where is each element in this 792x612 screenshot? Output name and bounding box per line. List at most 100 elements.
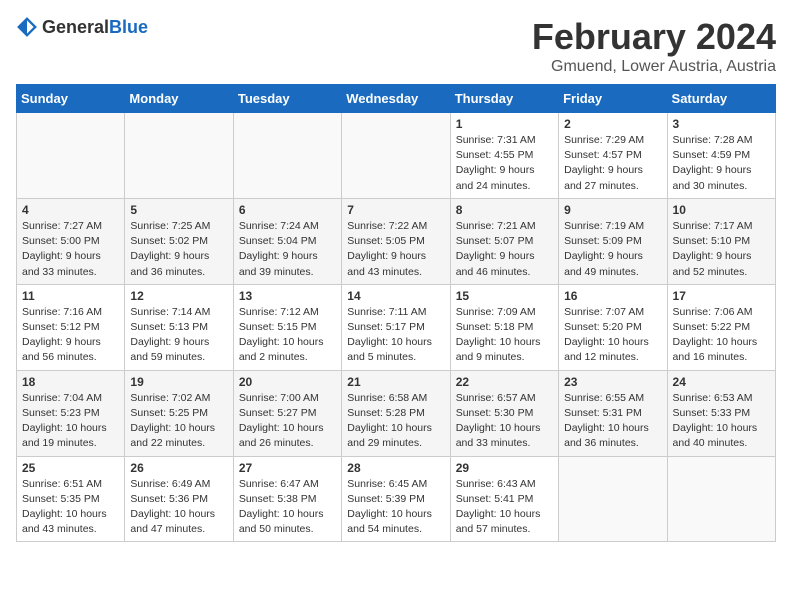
calendar-cell: 11Sunrise: 7:16 AMSunset: 5:12 PMDayligh…	[17, 284, 125, 370]
day-info: Sunrise: 6:57 AMSunset: 5:30 PMDaylight:…	[456, 391, 553, 452]
day-info: Sunrise: 7:07 AMSunset: 5:20 PMDaylight:…	[564, 305, 661, 366]
calendar-cell	[667, 456, 775, 542]
day-info: Sunrise: 6:49 AMSunset: 5:36 PMDaylight:…	[130, 477, 227, 538]
logo-general-text: General	[42, 17, 109, 37]
day-number: 29	[456, 461, 553, 475]
calendar-cell: 14 Sunrise: 7:11 AMSunset: 5:17 PMDayligh…	[342, 284, 450, 370]
day-info: Sunrise: 7:29 AMSunset: 4:57 PMDaylight:…	[564, 133, 661, 194]
calendar-cell	[233, 113, 341, 199]
calendar-cell: 20 Sunrise: 7:00 AMSunset: 5:27 PMDayligh…	[233, 370, 341, 456]
day-number: 3	[673, 117, 770, 131]
day-info: Sunrise: 6:58 AMSunset: 5:28 PMDaylight:…	[347, 391, 444, 452]
day-number: 26	[130, 461, 227, 475]
page-subtitle: Gmuend, Lower Austria, Austria	[532, 58, 776, 76]
day-number: 8	[456, 203, 553, 217]
day-number: 17	[673, 289, 770, 303]
calendar-cell: 25 Sunrise: 6:51 AMSunset: 5:35 PMDayligh…	[17, 456, 125, 542]
calendar-cell: 8 Sunrise: 7:21 AMSunset: 5:07 PMDaylight…	[450, 198, 558, 284]
calendar-cell: 29 Sunrise: 6:43 AMSunset: 5:41 PMDayligh…	[450, 456, 558, 542]
calendar-cell	[342, 113, 450, 199]
week-row-2: 11Sunrise: 7:16 AMSunset: 5:12 PMDayligh…	[17, 284, 776, 370]
calendar-cell	[17, 113, 125, 199]
calendar-cell: 28 Sunrise: 6:45 AMSunset: 5:39 PMDayligh…	[342, 456, 450, 542]
day-info: Sunrise: 6:53 AMSunset: 5:33 PMDaylight:…	[673, 391, 770, 452]
calendar-cell: 17 Sunrise: 7:06 AMSunset: 5:22 PMDayligh…	[667, 284, 775, 370]
calendar-cell	[125, 113, 233, 199]
day-number: 21	[347, 375, 444, 389]
day-number: 6	[239, 203, 336, 217]
day-info: Sunrise: 7:11 AMSunset: 5:17 PMDaylight:…	[347, 305, 444, 366]
logo-blue-text: Blue	[109, 17, 148, 37]
day-number: 25	[22, 461, 119, 475]
day-info: Sunrise: 7:12 AMSunset: 5:15 PMDaylight:…	[239, 305, 336, 366]
day-number: 14	[347, 289, 444, 303]
day-info: Sunrise: 6:55 AMSunset: 5:31 PMDaylight:…	[564, 391, 661, 452]
header-day-saturday: Saturday	[667, 85, 775, 113]
week-row-4: 25 Sunrise: 6:51 AMSunset: 5:35 PMDayligh…	[17, 456, 776, 542]
week-row-0: 1 Sunrise: 7:31 AMSunset: 4:55 PMDaylight…	[17, 113, 776, 199]
day-number: 10	[673, 203, 770, 217]
day-number: 19	[130, 375, 227, 389]
calendar-body: 1 Sunrise: 7:31 AMSunset: 4:55 PMDaylight…	[17, 113, 776, 542]
page-header: GeneralBlue February 2024 Gmuend, Lower …	[16, 16, 776, 76]
day-info: Sunrise: 6:43 AMSunset: 5:41 PMDaylight:…	[456, 477, 553, 538]
calendar-cell: 1 Sunrise: 7:31 AMSunset: 4:55 PMDaylight…	[450, 113, 558, 199]
day-number: 15	[456, 289, 553, 303]
calendar-cell: 7Sunrise: 7:22 AMSunset: 5:05 PMDaylight…	[342, 198, 450, 284]
day-info: Sunrise: 6:45 AMSunset: 5:39 PMDaylight:…	[347, 477, 444, 538]
calendar-cell: 18 Sunrise: 7:04 AMSunset: 5:23 PMDayligh…	[17, 370, 125, 456]
calendar-cell: 23 Sunrise: 6:55 AMSunset: 5:31 PMDayligh…	[559, 370, 667, 456]
calendar-cell: 19Sunrise: 7:02 AMSunset: 5:25 PMDayligh…	[125, 370, 233, 456]
day-info: Sunrise: 7:09 AMSunset: 5:18 PMDaylight:…	[456, 305, 553, 366]
calendar-cell: 15 Sunrise: 7:09 AMSunset: 5:18 PMDayligh…	[450, 284, 558, 370]
day-number: 24	[673, 375, 770, 389]
calendar-cell: 12 Sunrise: 7:14 AMSunset: 5:13 PMDayligh…	[125, 284, 233, 370]
calendar-cell: 26 Sunrise: 6:49 AMSunset: 5:36 PMDayligh…	[125, 456, 233, 542]
week-row-3: 18 Sunrise: 7:04 AMSunset: 5:23 PMDayligh…	[17, 370, 776, 456]
day-info: Sunrise: 7:28 AMSunset: 4:59 PMDaylight:…	[673, 133, 770, 194]
day-number: 11	[22, 289, 119, 303]
day-info: Sunrise: 7:31 AMSunset: 4:55 PMDaylight:…	[456, 133, 553, 194]
day-info: Sunrise: 7:00 AMSunset: 5:27 PMDaylight:…	[239, 391, 336, 452]
calendar-cell: 21 Sunrise: 6:58 AMSunset: 5:28 PMDayligh…	[342, 370, 450, 456]
header-day-thursday: Thursday	[450, 85, 558, 113]
header-row: SundayMondayTuesdayWednesdayThursdayFrid…	[17, 85, 776, 113]
calendar-cell: 2 Sunrise: 7:29 AMSunset: 4:57 PMDaylight…	[559, 113, 667, 199]
day-number: 16	[564, 289, 661, 303]
header-day-monday: Monday	[125, 85, 233, 113]
day-number: 22	[456, 375, 553, 389]
calendar-cell: 10Sunrise: 7:17 AMSunset: 5:10 PMDayligh…	[667, 198, 775, 284]
logo-icon	[16, 16, 38, 38]
day-info: Sunrise: 6:51 AMSunset: 5:35 PMDaylight:…	[22, 477, 119, 538]
day-info: Sunrise: 7:27 AMSunset: 5:00 PMDaylight:…	[22, 219, 119, 280]
page-title: February 2024	[532, 16, 776, 58]
calendar-cell: 22 Sunrise: 6:57 AMSunset: 5:30 PMDayligh…	[450, 370, 558, 456]
day-info: Sunrise: 7:06 AMSunset: 5:22 PMDaylight:…	[673, 305, 770, 366]
header-day-wednesday: Wednesday	[342, 85, 450, 113]
day-number: 28	[347, 461, 444, 475]
calendar-header: SundayMondayTuesdayWednesdayThursdayFrid…	[17, 85, 776, 113]
day-number: 4	[22, 203, 119, 217]
day-number: 2	[564, 117, 661, 131]
logo: GeneralBlue	[16, 16, 148, 38]
header-day-friday: Friday	[559, 85, 667, 113]
day-info: Sunrise: 7:19 AMSunset: 5:09 PMDaylight:…	[564, 219, 661, 280]
day-number: 12	[130, 289, 227, 303]
day-number: 20	[239, 375, 336, 389]
day-info: Sunrise: 7:14 AMSunset: 5:13 PMDaylight:…	[130, 305, 227, 366]
calendar-cell: 16 Sunrise: 7:07 AMSunset: 5:20 PMDayligh…	[559, 284, 667, 370]
header-day-sunday: Sunday	[17, 85, 125, 113]
day-number: 1	[456, 117, 553, 131]
day-info: Sunrise: 7:21 AMSunset: 5:07 PMDaylight:…	[456, 219, 553, 280]
day-info: Sunrise: 7:22 AMSunset: 5:05 PMDaylight:…	[347, 219, 444, 280]
calendar-cell: 5Sunrise: 7:25 AMSunset: 5:02 PMDaylight…	[125, 198, 233, 284]
header-day-tuesday: Tuesday	[233, 85, 341, 113]
day-number: 18	[22, 375, 119, 389]
calendar-cell: 13Sunrise: 7:12 AMSunset: 5:15 PMDayligh…	[233, 284, 341, 370]
day-info: Sunrise: 7:04 AMSunset: 5:23 PMDaylight:…	[22, 391, 119, 452]
day-number: 23	[564, 375, 661, 389]
calendar-table: SundayMondayTuesdayWednesdayThursdayFrid…	[16, 84, 776, 542]
calendar-cell: 9Sunrise: 7:19 AMSunset: 5:09 PMDaylight…	[559, 198, 667, 284]
title-block: February 2024 Gmuend, Lower Austria, Aus…	[532, 16, 776, 76]
calendar-cell: 27Sunrise: 6:47 AMSunset: 5:38 PMDayligh…	[233, 456, 341, 542]
